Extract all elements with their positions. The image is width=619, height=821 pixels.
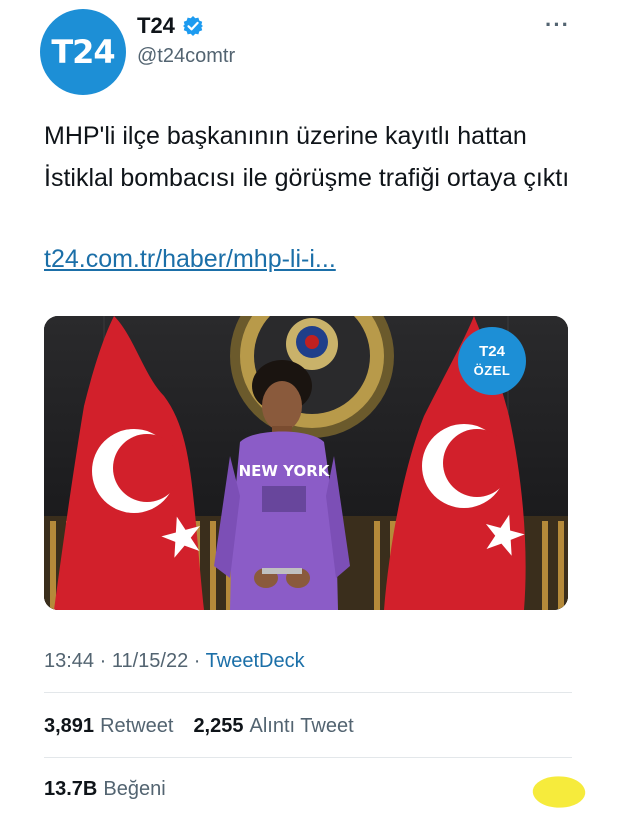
more-options-icon[interactable]: ··· xyxy=(545,12,570,38)
engagement-stats-row: 3,891 Retweet 2,255 Alıntı Tweet xyxy=(44,715,354,738)
meta-separator-2: · xyxy=(188,650,206,672)
verified-badge-icon xyxy=(182,15,204,37)
author-name[interactable]: T24 xyxy=(137,13,175,39)
divider xyxy=(44,692,572,693)
t24-ozel-badge: T24 ÖZEL xyxy=(458,327,526,395)
avatar[interactable]: T24 xyxy=(40,9,126,95)
avatar-logo-text: T24 xyxy=(51,33,115,71)
likes-stats-row: 13.7B Beğeni xyxy=(44,778,166,801)
tweet-meta: 13:44 · 11/15/22 · TweetDeck xyxy=(44,650,305,673)
meta-separator: · xyxy=(94,650,112,672)
tweet-text: MHP'li ilçe başkanının üzerine kayıtlı h… xyxy=(44,122,570,192)
badge-bottom-text: ÖZEL xyxy=(473,363,511,378)
author-name-row[interactable]: T24 xyxy=(137,13,204,39)
yellow-highlight-mark xyxy=(531,772,587,812)
quote-tweet-label[interactable]: Alıntı Tweet xyxy=(250,715,354,738)
author-handle[interactable]: @t24comtr xyxy=(137,45,235,68)
retweet-count[interactable]: 3,891 xyxy=(44,715,94,738)
tweet-link[interactable]: t24.com.tr/haber/mhp-li-i... xyxy=(44,245,336,274)
divider xyxy=(44,757,572,758)
quote-tweet-count[interactable]: 2,255 xyxy=(193,715,243,738)
tweet-source-link[interactable]: TweetDeck xyxy=(206,650,305,672)
like-count[interactable]: 13.7B xyxy=(44,778,97,801)
tweet-time[interactable]: 13:44 xyxy=(44,650,94,672)
like-label[interactable]: Beğeni xyxy=(103,778,165,801)
tweet-date[interactable]: 11/15/22 xyxy=(112,650,188,672)
retweet-label[interactable]: Retweet xyxy=(100,715,173,738)
badge-top-text: T24 xyxy=(479,343,505,360)
shirt-print-text: NEW YORK xyxy=(239,462,331,480)
